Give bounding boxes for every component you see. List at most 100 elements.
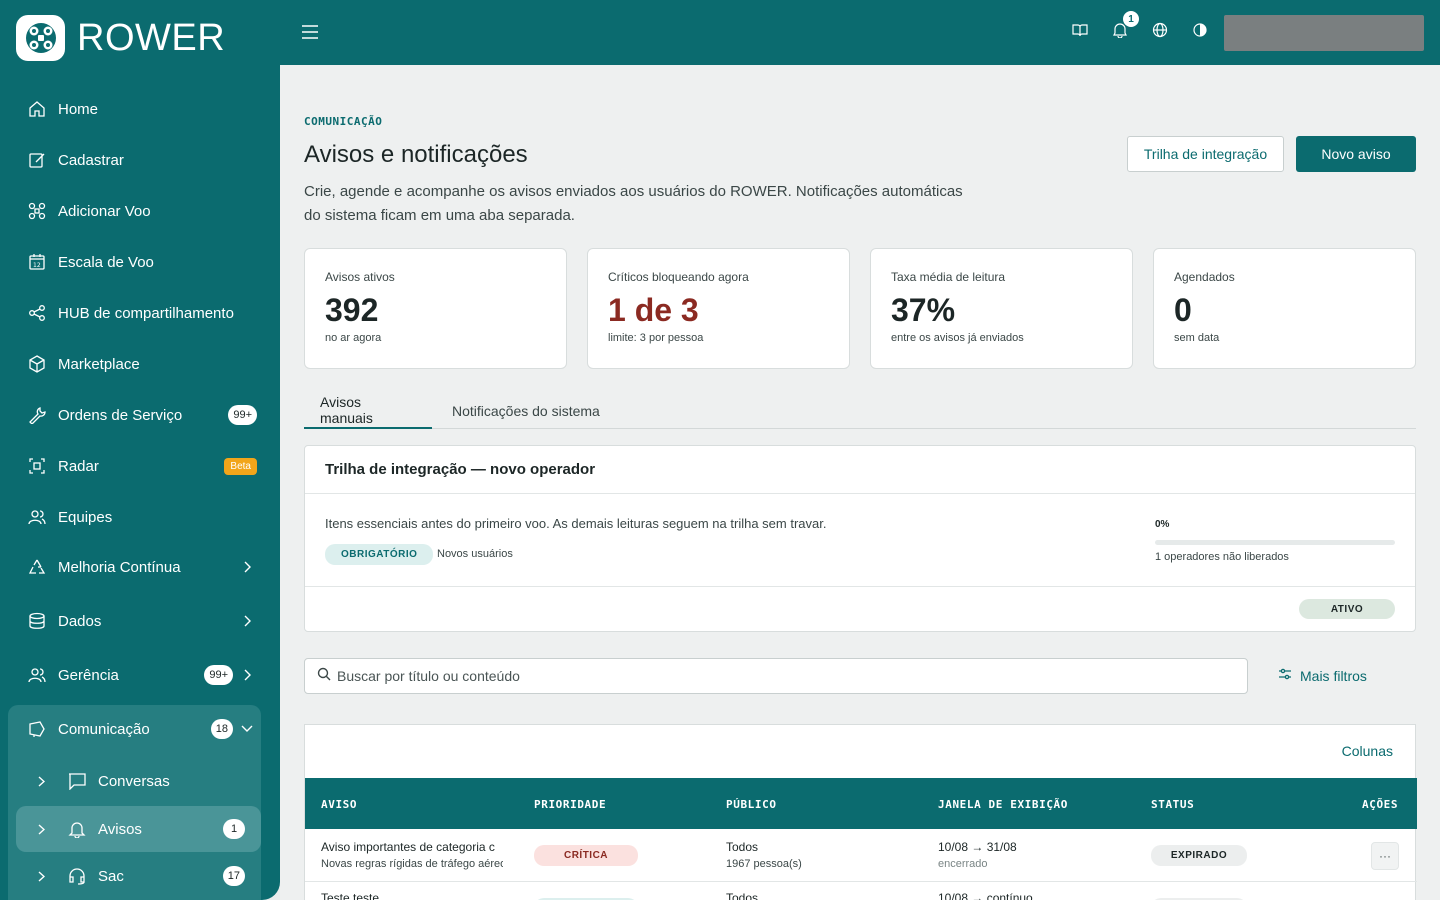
sidebar-item-label: Home	[58, 100, 99, 118]
stat-value: 1 de 3	[608, 292, 699, 328]
drone-logo-icon	[16, 15, 65, 61]
chevron-right-icon[interactable]	[237, 615, 257, 627]
user-menu[interactable]	[1224, 15, 1424, 51]
book-icon[interactable]	[1072, 22, 1088, 38]
sidebar-item-label: Dados	[58, 612, 102, 630]
onboarding-title: Trilha de integração — novo operador	[325, 461, 596, 478]
bell-icon	[66, 820, 88, 838]
tab-avisos-manuais[interactable]: Avisos manuais	[304, 392, 432, 429]
sidebar-item-label: Radar	[58, 457, 99, 475]
chevron-right-icon[interactable]	[237, 669, 257, 681]
contrast-icon[interactable]	[1192, 22, 1208, 38]
home-icon	[28, 100, 46, 118]
sidebar-item-label: Melhoria Contínua	[58, 558, 181, 576]
stat-subtext: limite: 3 por pessoa	[608, 332, 704, 344]
notice-title: Aviso importantes de categoria c	[321, 840, 495, 854]
wrench-icon	[28, 406, 46, 424]
column-header[interactable]: AVISO	[321, 798, 357, 811]
sidebar-item-radar[interactable]: Radar Beta	[16, 443, 261, 489]
sidebar-item-label: HUB de compartilhamento	[58, 304, 234, 322]
audience-count: 1967 pessoa(s)	[726, 858, 802, 870]
database-icon	[28, 612, 46, 630]
sidebar-item-melhoria-continua[interactable]: Melhoria Contínua	[16, 544, 261, 590]
calendar-icon: 12	[28, 253, 46, 271]
count-badge: 99+	[204, 665, 233, 685]
sidebar-item-escala-de-voo[interactable]: 12 Escala de Voo	[16, 239, 261, 285]
stat-value: 37%	[891, 292, 956, 328]
sidebar-subitem-conversas[interactable]: Conversas	[16, 758, 261, 804]
recycle-icon	[28, 558, 46, 576]
stat-value: 0	[1174, 292, 1192, 328]
table-row[interactable]: Aviso importantes de categoria c Novas r…	[305, 829, 1417, 882]
stat-card: Críticos bloqueando agora 1 de 3 limite:…	[587, 248, 850, 369]
sidebar-item-adicionar-voo[interactable]: Adicionar Voo	[16, 188, 261, 234]
onboarding-audience: Novos usuários	[437, 548, 513, 560]
notifications-bell-icon[interactable]: 1	[1112, 11, 1139, 38]
column-header[interactable]: JANELA DE EXIBIÇÃO	[938, 798, 1068, 811]
search-input[interactable]	[337, 668, 1217, 684]
row-actions-button[interactable]: ···	[1371, 842, 1399, 870]
display-window: 10/08 → 31/08	[938, 840, 1017, 854]
tab-notificacoes-sistema[interactable]: Notificações do sistema	[436, 392, 616, 429]
divider	[305, 493, 1415, 494]
sidebar-item-home[interactable]: Home	[16, 86, 261, 132]
sidebar: ROWER Home Cadastrar Adicionar Voo 12 Es…	[0, 0, 280, 900]
more-filters-button[interactable]: Mais filtros	[1278, 667, 1367, 684]
table-header: AVISO PRIORIDADE PÚBLICO JANELA DE EXIBI…	[305, 778, 1417, 829]
stat-card: Agendados 0 sem data	[1153, 248, 1416, 369]
onboarding-card: Trilha de integração — novo operador Ite…	[304, 445, 1416, 632]
chevron-right-icon[interactable]	[237, 561, 257, 573]
sidebar-item-label: Comunicação	[58, 720, 150, 738]
edit-icon	[28, 151, 46, 169]
sidebar-item-label: Gerência	[58, 666, 119, 684]
sidebar-item-hub[interactable]: HUB de compartilhamento	[16, 290, 261, 336]
users-icon	[28, 508, 46, 526]
brand-logo[interactable]: ROWER	[16, 15, 225, 61]
sidebar-item-marketplace[interactable]: Marketplace	[16, 341, 261, 387]
chevron-right-icon	[26, 775, 56, 787]
mandatory-badge: OBRIGATÓRIO	[325, 544, 434, 565]
sidebar-subitem-avisos[interactable]: Avisos 1	[16, 806, 261, 852]
sidebar-item-label: Equipes	[58, 508, 113, 526]
sidebar-subitem-label: Sac	[98, 867, 124, 885]
stat-card: Taxa média de leitura 37% entre os aviso…	[870, 248, 1133, 369]
search-icon	[317, 667, 331, 686]
sidebar-item-gerencia[interactable]: Gerência 99+	[16, 652, 261, 698]
sidebar-item-cadastrar[interactable]: Cadastrar	[16, 137, 261, 183]
chevron-down-icon[interactable]	[237, 725, 257, 733]
column-header: AÇÕES	[1362, 798, 1399, 811]
status-badge: EXPIRADO	[1151, 845, 1247, 866]
sidebar-item-comunicacao[interactable]: Comunicação 18	[16, 706, 261, 752]
brand-name: ROWER	[77, 16, 226, 59]
globe-icon[interactable]	[1152, 22, 1168, 38]
column-header[interactable]: STATUS	[1151, 798, 1194, 811]
stat-subtext: entre os avisos já enviados	[891, 332, 1024, 344]
sidebar-item-equipes[interactable]: Equipes	[16, 494, 261, 540]
window-note: encerrado	[938, 858, 988, 870]
columns-button[interactable]: Colunas	[1342, 743, 1393, 759]
sidebar-item-ordens-de-servico[interactable]: Ordens de Serviço 99+	[16, 392, 261, 438]
display-window: 10/08 → contínuo	[938, 891, 1033, 900]
stat-subtext: sem data	[1174, 332, 1220, 344]
table-row[interactable]: Teste teste Todos 10/08 → contínuo	[305, 882, 1417, 900]
stat-card: Avisos ativos 392 no ar agora	[304, 248, 567, 369]
trail-button[interactable]: Trilha de integração	[1127, 136, 1284, 172]
hamburger-menu-icon[interactable]	[300, 22, 322, 42]
column-header[interactable]: PRIORIDADE	[534, 798, 606, 811]
headset-icon	[66, 867, 88, 885]
stat-label: Agendados	[1174, 270, 1235, 284]
column-header[interactable]: PÚBLICO	[726, 798, 777, 811]
megaphone-icon	[28, 720, 46, 738]
divider	[305, 586, 1415, 587]
sliders-icon	[1278, 667, 1292, 684]
onboarding-description: Itens essenciais antes do primeiro voo. …	[325, 516, 827, 531]
share-icon	[28, 304, 46, 322]
page-title: Avisos e notificações	[304, 141, 528, 168]
more-filters-label: Mais filtros	[1300, 667, 1367, 684]
sidebar-subitem-label: Avisos	[98, 820, 142, 838]
count-badge: 1	[223, 819, 245, 839]
sidebar-subitem-sac[interactable]: Sac 17	[16, 853, 261, 899]
sidebar-item-dados[interactable]: Dados	[16, 598, 261, 644]
new-notice-button[interactable]: Novo aviso	[1296, 136, 1416, 172]
notice-subtitle: Novas regras rígidas de tráfego aéreo	[321, 858, 503, 870]
